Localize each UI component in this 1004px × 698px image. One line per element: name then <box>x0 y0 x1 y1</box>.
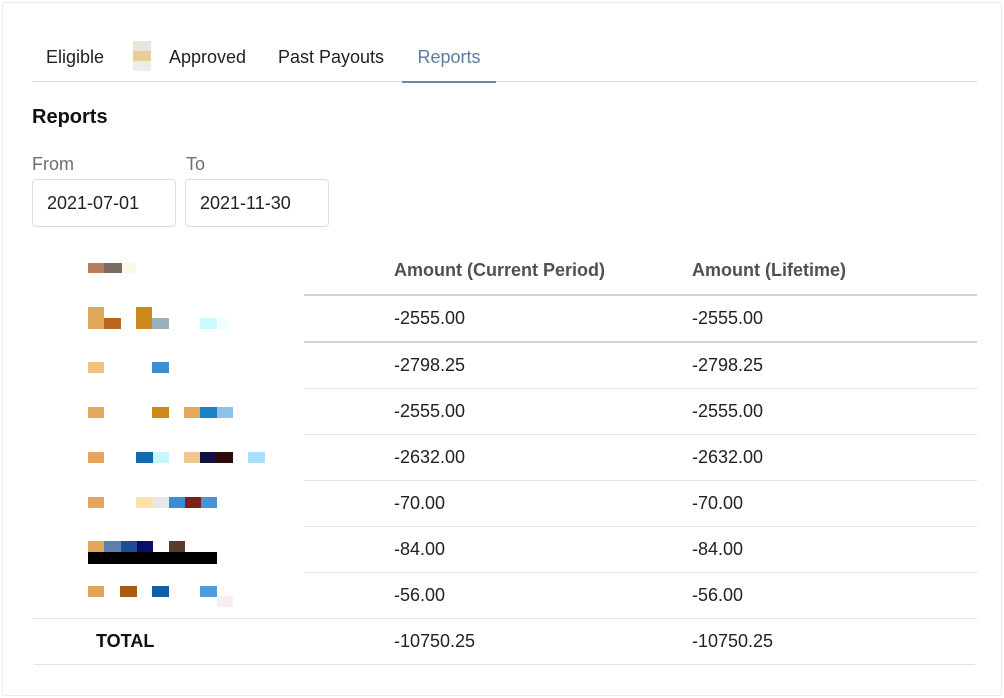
from-date-input[interactable] <box>32 179 176 227</box>
tab-label: Eligible <box>46 47 105 67</box>
row-divider <box>304 480 977 481</box>
tab-label: Reports <box>417 47 481 67</box>
tab-reports[interactable]: Reports <box>402 40 496 83</box>
total-label: TOTAL <box>96 631 155 651</box>
column-header-lifetime: Amount (Lifetime) <box>692 260 846 280</box>
to-date-input[interactable] <box>185 179 329 227</box>
tab-label: Past Payouts <box>278 47 385 67</box>
current-period-amount: -2632.00 <box>394 447 466 467</box>
current-period-amount: -56.00 <box>394 585 446 605</box>
current-period-amount: -2555.00 <box>394 308 466 328</box>
current-period-amount: -2555.00 <box>394 401 466 421</box>
row-divider <box>304 341 977 343</box>
lifetime-amount: -2555.00 <box>692 401 764 421</box>
total-lifetime-amount: -10750.25 <box>692 631 774 651</box>
tab-bar: Eligible Approved Past Payouts Reports <box>32 40 977 83</box>
tab-label: Approved <box>169 47 247 67</box>
current-period-amount: -2798.25 <box>394 355 466 375</box>
total-current-period-amount: -10750.25 <box>394 631 476 651</box>
tab-approved[interactable]: Approved <box>169 40 246 82</box>
redacted-row-label <box>88 407 278 429</box>
current-period-amount: -84.00 <box>394 539 446 559</box>
eligible-count-badge <box>133 41 151 71</box>
header-divider <box>304 294 977 296</box>
current-period-amount: -70.00 <box>394 493 446 513</box>
from-label: From <box>32 154 74 174</box>
lifetime-amount: -2555.00 <box>692 308 764 328</box>
row-divider <box>304 572 977 573</box>
redacted-row-label <box>88 586 278 608</box>
lifetime-amount: -84.00 <box>692 539 744 559</box>
redacted-row-label <box>88 541 278 564</box>
redacted-row-label <box>88 307 278 329</box>
column-header-current-period: Amount (Current Period) <box>394 260 605 280</box>
row-divider <box>304 388 977 389</box>
lifetime-amount: -56.00 <box>692 585 744 605</box>
row-divider <box>304 526 977 527</box>
tab-eligible[interactable]: Eligible <box>46 40 151 82</box>
to-label: To <box>186 154 206 174</box>
tab-past-payouts[interactable]: Past Payouts <box>278 40 384 82</box>
lifetime-amount: -70.00 <box>692 493 744 513</box>
row-divider <box>304 434 977 435</box>
total-divider <box>32 618 977 619</box>
section-title: Reports <box>32 106 108 128</box>
table-bottom-divider <box>34 664 975 665</box>
redacted-header-label <box>88 262 278 284</box>
redacted-row-label <box>88 497 278 519</box>
lifetime-amount: -2632.00 <box>692 447 764 467</box>
lifetime-amount: -2798.25 <box>692 355 764 375</box>
redacted-row-label <box>88 452 278 474</box>
redacted-row-label <box>88 362 278 384</box>
